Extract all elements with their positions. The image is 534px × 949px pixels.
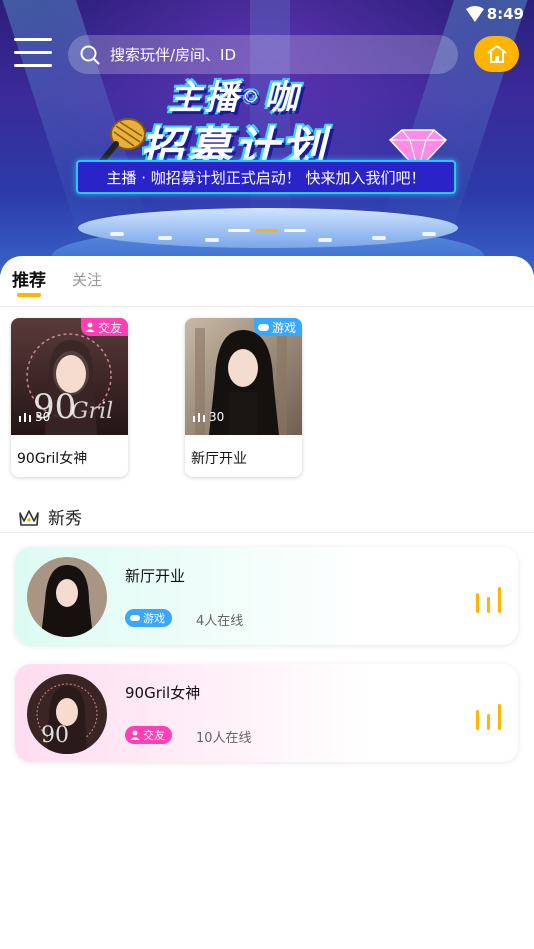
divider: [0, 532, 534, 533]
room-tag-label: 游戏: [271, 320, 296, 335]
carousel-dot: [284, 229, 306, 232]
room-tag: 游戏: [253, 318, 302, 336]
avatar: 90: [27, 674, 107, 754]
room-card-new-hall[interactable]: 游戏 30 新厅开业: [185, 318, 302, 477]
search-input[interactable]: 搜索玩伴/房间、ID: [68, 35, 458, 74]
section-header: 新秀: [18, 504, 82, 529]
search-placeholder: 搜索玩伴/房间、ID: [110, 46, 237, 64]
gamepad-icon: [130, 615, 140, 621]
stage-top: [78, 208, 458, 248]
home-icon: [486, 45, 507, 63]
stage-light: [158, 236, 172, 240]
live-room-tag: 交友: [125, 726, 172, 744]
avatar: [27, 557, 107, 637]
room-tag: 交友: [80, 318, 128, 336]
status-time: 8:49: [486, 5, 524, 23]
room-count-value: 30: [35, 410, 51, 424]
live-room-item[interactable]: 90 90Gril女神 交友 10人在线: [15, 664, 518, 762]
live-room-tag-label: 交友: [143, 729, 165, 742]
stage-light: [372, 236, 386, 240]
room-name: 新厅开业: [191, 451, 247, 467]
audio-bars-icon: [19, 413, 31, 422]
crown-icon: [19, 509, 39, 526]
stage-light: [205, 238, 219, 242]
stage-light: [318, 238, 332, 242]
svg-text:90: 90: [41, 723, 69, 748]
banner[interactable]: 8:49 搜索玩伴/房间、ID 主播◦咖 招募计划 主播 · 咖招募计划正式启动…: [0, 0, 534, 275]
section-title: 新秀: [48, 509, 82, 529]
carousel-dot: [228, 229, 250, 232]
live-room-item[interactable]: 新厅开业 游戏 4人在线: [15, 547, 518, 645]
svg-text:Gril: Gril: [71, 399, 113, 424]
live-room-online: 4人在线: [196, 614, 244, 629]
live-room-online: 10人在线: [196, 731, 252, 746]
tab-follow[interactable]: 关注: [72, 269, 102, 291]
live-room-name: 90Gril女神: [125, 684, 201, 702]
user-icon: [85, 322, 95, 332]
banner-subtitle: 主播 · 咖招募计划正式启动！ 快来加入我们吧！: [76, 160, 456, 194]
room-viewer-count: 30: [19, 410, 50, 424]
audio-bars-icon: [193, 413, 205, 422]
carousel-dot-active: [256, 229, 278, 232]
live-room-tag: 游戏: [125, 609, 172, 627]
stage-light: [422, 232, 436, 236]
stage-light: [110, 232, 124, 236]
user-icon: [130, 730, 140, 740]
room-count-value: 30: [209, 410, 225, 424]
tab-bar: 推荐 关注: [12, 266, 102, 291]
audio-bars-icon: [476, 587, 501, 613]
carousel-indicator: [228, 229, 306, 232]
menu-icon[interactable]: [14, 38, 52, 70]
room-name: 90Gril女神: [17, 451, 88, 467]
main-panel: 推荐 关注 90 Gril 交友 30 90Gril女神 游戏 30 新厅开业 …: [0, 256, 534, 949]
live-room-tag-label: 游戏: [143, 612, 165, 625]
status-bar: 8:49: [0, 0, 534, 28]
tab-recommend[interactable]: 推荐: [12, 266, 46, 291]
audio-bars-icon: [476, 704, 501, 730]
room-card-90gril[interactable]: 90 Gril 交友 30 90Gril女神: [11, 318, 128, 477]
room-tag-label: 交友: [97, 320, 122, 335]
wifi-icon: [466, 6, 484, 22]
home-button[interactable]: [474, 36, 519, 72]
room-viewer-count: 30: [193, 410, 224, 424]
search-icon: [80, 45, 100, 64]
live-room-name: 新厅开业: [125, 567, 186, 585]
gamepad-icon: [257, 323, 269, 331]
tab-active-indicator: [17, 293, 41, 297]
divider: [0, 306, 534, 307]
